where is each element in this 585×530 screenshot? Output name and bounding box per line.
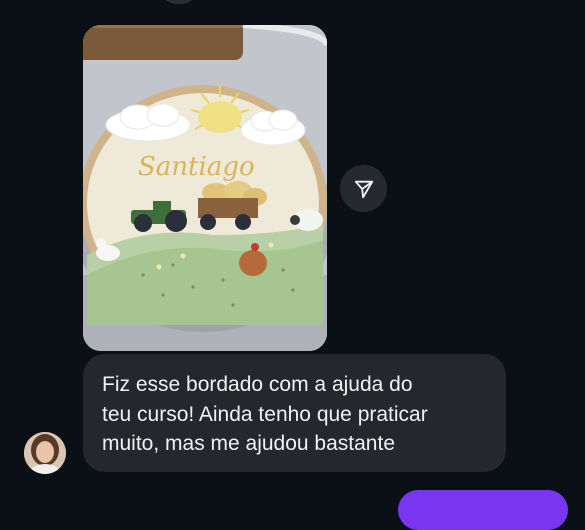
incoming-text-message[interactable]: Fiz esse bordado com a ajuda do teu curs… [83, 354, 506, 472]
embroidered-name: Santiago [138, 152, 255, 182]
share-button[interactable] [340, 165, 387, 212]
send-icon [354, 180, 373, 198]
embroidery-photo: Santiago [83, 25, 327, 351]
outgoing-message-stub [398, 490, 568, 530]
message-text: Fiz esse bordado com a ajuda do teu curs… [102, 373, 428, 455]
previous-message-stub [162, 0, 196, 4]
avatar-image [24, 432, 66, 474]
sender-avatar[interactable] [24, 432, 66, 474]
incoming-photo-message[interactable]: Santiago [83, 25, 327, 351]
